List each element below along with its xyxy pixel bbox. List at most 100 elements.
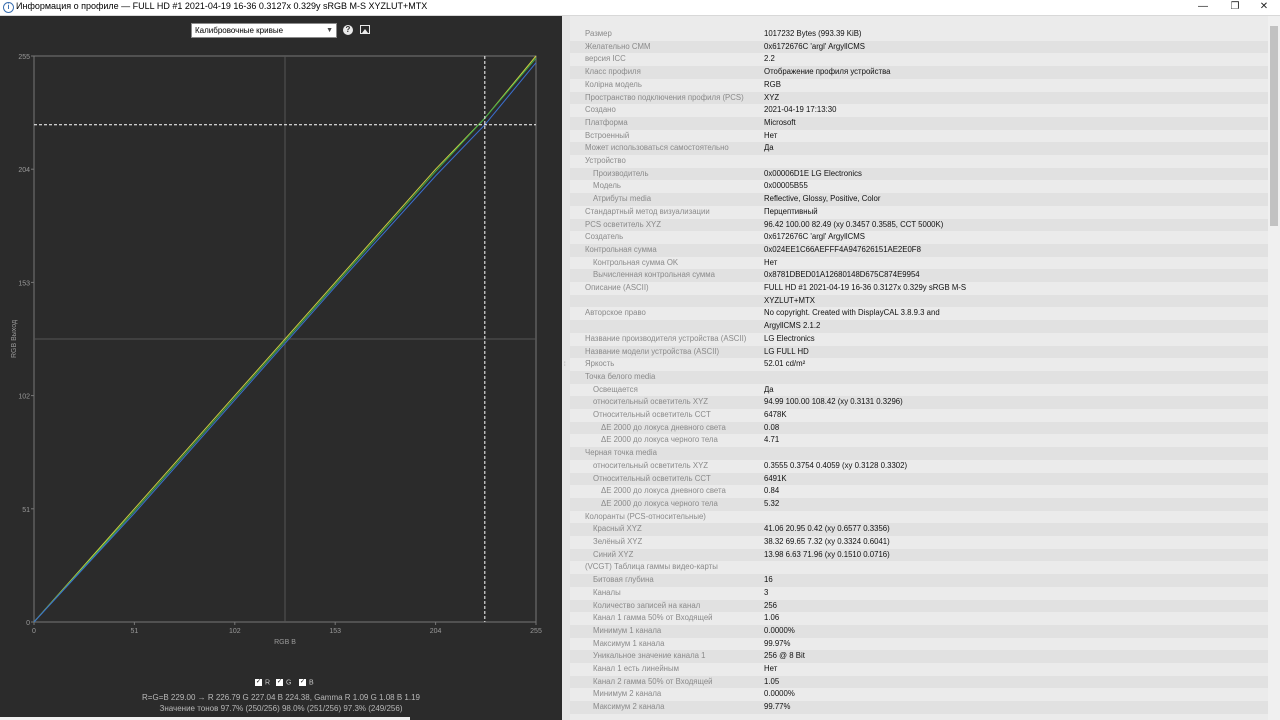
info-row[interactable]: XYZLUT+MTX: [570, 294, 1268, 308]
info-value: 99.97%: [764, 638, 791, 648]
info-value: Microsoft: [764, 117, 796, 127]
info-row[interactable]: Производитель 0x00006D1E LG Electronics: [570, 167, 1268, 181]
info-row[interactable]: версия ICC 2.2: [570, 53, 1268, 66]
info-row[interactable]: Уникальное значение канала 1 256 @ 8 Bit: [570, 650, 1268, 663]
maximize-button[interactable]: ❐: [1219, 0, 1251, 15]
scrollbar-thumb[interactable]: [1270, 26, 1278, 226]
info-row[interactable]: Минимум 2 канала 0.0000%: [570, 688, 1268, 701]
info-key: Относительный осветитель CCT: [593, 473, 711, 483]
info-row[interactable]: Колоранты (PCS-относительные): [570, 511, 1268, 524]
info-row[interactable]: Класс профиля Отображение профиля устройс…: [570, 66, 1268, 79]
info-key: PCS осветитель XYZ: [585, 219, 661, 229]
info-value: LG Electronics: [764, 333, 815, 343]
info-row[interactable]: Максимум 1 канала 99.97%: [570, 638, 1268, 651]
legend-g[interactable]: ✓ G: [276, 679, 291, 686]
info-row[interactable]: Контрольная сумма 0x024EE1C66AEFFF4A94762…: [570, 243, 1268, 257]
y-tick-label: 0: [26, 620, 30, 627]
info-row[interactable]: Количество записей на канал 256: [570, 599, 1268, 613]
legend-r[interactable]: ✓ R: [255, 679, 270, 686]
info-value: LG FULL HD: [764, 346, 809, 356]
calibration-curves-chart[interactable]: 0 51 102 153 204 255 0 51 102 153 204 255 RGB В RGB В…: [0, 44, 562, 676]
info-row[interactable]: Может использоваться самостоятельно Да: [570, 142, 1268, 155]
info-row[interactable]: Канал 1 гамма 50% от Входящей 1.06: [570, 612, 1268, 625]
info-row[interactable]: Максимум 2 канала 99.77%: [570, 701, 1268, 714]
info-row[interactable]: Яркость 52.01 cd/m²: [570, 358, 1268, 371]
info-row[interactable]: Колірна модель RGB: [570, 79, 1268, 92]
info-row[interactable]: Описание (ASCII) FULL HD #1 2021-04-19 16…: [570, 282, 1268, 295]
info-key: Максимум 1 канала: [593, 638, 665, 648]
info-row[interactable]: относительный осветитель XYZ 94.99 100.00…: [570, 396, 1268, 409]
info-key: Битовая глубина: [593, 575, 654, 585]
vertical-scrollbar[interactable]: [1268, 16, 1280, 720]
legend-b-checkbox[interactable]: ✓: [299, 679, 306, 686]
info-key: Название производителя устройства (ASCII…: [585, 333, 747, 343]
help-button[interactable]: ?: [343, 25, 353, 35]
info-row[interactable]: ΔE 2000 до локуса дневного света 0.84: [570, 485, 1268, 498]
panel-splitter[interactable]: [562, 16, 570, 720]
info-row[interactable]: Платформа Microsoft: [570, 116, 1268, 130]
info-row[interactable]: ΔE 2000 до локуса черного тела 5.32: [570, 497, 1268, 511]
info-row[interactable]: Атрибуты media Reflective, Glossy, Positi…: [570, 193, 1268, 206]
info-row[interactable]: Создано 2021-04-19 17:13:30: [570, 104, 1268, 117]
info-row[interactable]: ΔE 2000 до локуса дневного света 0.08: [570, 421, 1268, 435]
x-tick-label: 102: [229, 628, 241, 635]
info-row[interactable]: Относительный осветитель CCT 6478K: [570, 409, 1268, 422]
info-value: Перцептивный: [764, 206, 818, 216]
info-key: Модель: [593, 181, 621, 191]
info-value: 0x6172676C 'argl' ArgyllCMS: [764, 232, 865, 242]
info-value: 94.99 100.00 108.42 (xy 0.3131 0.3296): [764, 397, 903, 407]
info-row[interactable]: Модель 0x00005B55: [570, 180, 1268, 193]
info-row[interactable]: Размер 1017232 Bytes (993.39 KiB): [570, 28, 1268, 41]
info-row[interactable]: Канал 2 гамма 50% от Входящей 1.05: [570, 675, 1268, 689]
image-icon[interactable]: [360, 25, 370, 34]
info-key: Канал 1 есть линейным: [593, 664, 679, 673]
info-row[interactable]: Название производителя устройства (ASCII…: [570, 333, 1268, 346]
close-button[interactable]: ✕: [1248, 0, 1280, 15]
info-row[interactable]: Зелёный XYZ 38.32 69.65 7.32 (xy 0.3324 0…: [570, 536, 1268, 549]
info-row[interactable]: относительный осветитель XYZ 0.3555 0.375…: [570, 460, 1268, 473]
info-row[interactable]: Синий XYZ 13.98 6.63 71.96 (xy 0.1510 0.0…: [570, 548, 1268, 562]
info-row[interactable]: Пространство подключения профиля (PCS) XY…: [570, 91, 1268, 105]
info-value: Нет: [764, 664, 778, 673]
legend-b[interactable]: ✓ B: [299, 679, 314, 686]
legend-r-checkbox[interactable]: ✓: [255, 679, 262, 686]
info-row[interactable]: Встроенный Нет: [570, 130, 1268, 143]
info-row[interactable]: Канал 1 есть линейным Нет: [570, 663, 1268, 676]
x-tick-label: 0: [32, 628, 36, 635]
view-select[interactable]: Калибровочные кривые ▼: [191, 23, 337, 38]
minimize-button[interactable]: —: [1187, 0, 1219, 15]
info-row[interactable]: Устройство: [570, 155, 1268, 168]
info-row[interactable]: Черная точка media: [570, 447, 1268, 460]
info-row[interactable]: (VCGT) Таблица гаммы видео-карты: [570, 561, 1268, 574]
info-value: 0.0000%: [764, 625, 795, 635]
info-row[interactable]: ArgyllCMS 2.1.2: [570, 320, 1268, 333]
info-key: Уникальное значение канала 1: [593, 651, 706, 661]
info-row[interactable]: Желательно CMM 0x6172676C 'argl' ArgyllCM…: [570, 40, 1268, 54]
info-row[interactable]: Вычисленная контрольная сумма 0x8781DBED0…: [570, 269, 1268, 282]
info-key: Название модели устройства (ASCII): [585, 346, 720, 356]
info-value: 99.77%: [764, 702, 791, 712]
info-row[interactable]: Красный XYZ 41.06 20.95 0.42 (xy 0.6577 0…: [570, 523, 1268, 536]
legend-g-checkbox[interactable]: ✓: [276, 679, 283, 686]
info-value: 1.05: [764, 676, 780, 686]
info-row[interactable]: Стандартный метод визуализации Перцептивн…: [570, 206, 1268, 219]
info-row[interactable]: ΔE 2000 до локуса черного тела 4.71: [570, 434, 1268, 447]
info-key: Встроенный: [585, 130, 630, 140]
info-row[interactable]: Каналы 3: [570, 587, 1268, 600]
info-value: 16: [764, 575, 773, 585]
info-row[interactable]: Создатель 0x6172676C 'argl' ArgyllCMS: [570, 231, 1268, 244]
info-row[interactable]: Минимум 1 канала 0.0000%: [570, 624, 1268, 638]
info-key: Синий XYZ: [593, 549, 634, 559]
splitter-grip-icon[interactable]: ⁞: [564, 362, 566, 368]
info-row[interactable]: PCS осветитель XYZ 96.42 100.00 82.49 (xy…: [570, 218, 1268, 232]
info-row[interactable]: Название модели устройства (ASCII) LG FUL…: [570, 345, 1268, 359]
info-row[interactable]: Относительный осветитель CCT 6491K: [570, 472, 1268, 486]
info-value: Да: [764, 143, 774, 153]
window-title: Информация о профиле — FULL HD #1 2021-0…: [16, 1, 428, 11]
info-row[interactable]: Освещается Да: [570, 384, 1268, 397]
info-row[interactable]: Авторское право No copyright. Created wit…: [570, 307, 1268, 320]
info-row[interactable]: Контрольная сумма OK Нет: [570, 257, 1268, 270]
info-value: Отображение профиля устройства: [764, 67, 891, 77]
info-row[interactable]: Битовая глубина 16: [570, 574, 1268, 587]
info-row[interactable]: Точка белого media: [570, 370, 1268, 384]
